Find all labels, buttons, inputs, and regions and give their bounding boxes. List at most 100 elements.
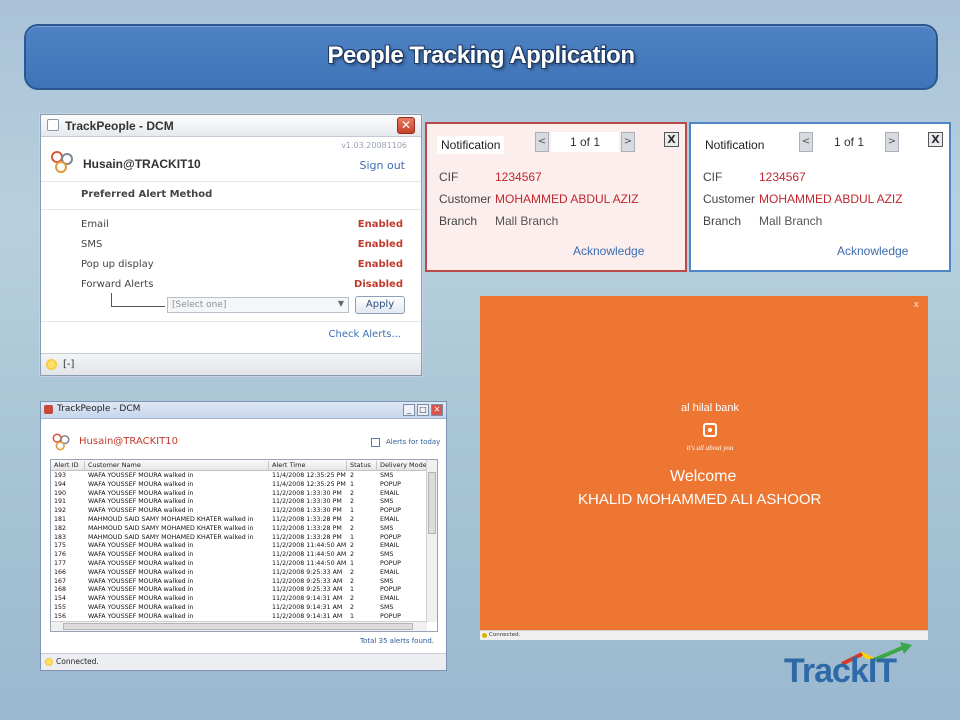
table-row[interactable]: 194 WAFA YOUSSEF MOURA walked in 11/4/2008… xyxy=(51,481,427,490)
table-row[interactable]: 176 WAFA YOUSSEF MOURA walked in 11/2/2008… xyxy=(51,551,427,560)
table-row[interactable]: 175 WAFA YOUSSEF MOURA walked in 11/2/2008… xyxy=(51,542,427,551)
table-cell: 11/2/2008 1:33:30 PM xyxy=(272,489,342,497)
divider xyxy=(41,181,421,182)
table-cell: 11/4/2008 12:35:25 PM xyxy=(272,480,346,488)
table-cell: 177 xyxy=(54,560,67,567)
acknowledge-link[interactable]: Acknowledge xyxy=(837,244,908,258)
vertical-scrollbar[interactable] xyxy=(426,460,437,622)
table-cell: 190 xyxy=(54,489,67,497)
method-toggle-forward[interactable]: Disabled xyxy=(354,279,403,290)
alerts-titlebar[interactable]: TrackPeople - DCM _ □ ✕ xyxy=(41,402,446,419)
table-row[interactable]: 183 MAHMOUD SAID SAMY MOHAMED KHATER walk… xyxy=(51,534,427,543)
field-label-branch: Branch xyxy=(703,214,742,228)
table-row[interactable]: 191 WAFA YOUSSEF MOURA walked in 11/2/2008… xyxy=(51,498,427,507)
field-value-branch: Mall Branch xyxy=(759,214,823,228)
scroll-thumb[interactable] xyxy=(428,472,436,534)
preferred-alert-heading: Preferred Alert Method xyxy=(81,189,213,200)
table-row[interactable]: 166 WAFA YOUSSEF MOURA walked in 11/2/2008… xyxy=(51,569,427,578)
horizontal-scrollbar[interactable] xyxy=(51,621,427,631)
table-cell: POPUP xyxy=(380,533,401,541)
table-cell: 2 xyxy=(350,524,355,532)
table-cell: 11/2/2008 1:33:28 PM xyxy=(272,516,342,523)
prev-button[interactable]: < xyxy=(799,132,813,152)
close-button[interactable]: X xyxy=(928,132,943,147)
settings-titlebar[interactable]: TrackPeople - DCM ✕ xyxy=(41,115,421,137)
apply-button[interactable]: Apply xyxy=(355,296,405,314)
table-cell: 11/2/2008 9:25:33 AM xyxy=(272,568,343,576)
sign-out-link[interactable]: Sign out xyxy=(359,159,405,172)
table-cell: 1 xyxy=(350,480,355,488)
table-cell: 2 xyxy=(350,604,355,611)
table-cell: POPUP xyxy=(380,507,401,515)
table-cell: 2 xyxy=(350,542,355,550)
method-toggle-popup[interactable]: Enabled xyxy=(358,259,403,270)
table-row[interactable]: 193 WAFA YOUSSEF MOURA walked in 11/4/2008… xyxy=(51,472,427,481)
table-row[interactable]: 181 MAHMOUD SAID SAMY MOHAMED KHATER walk… xyxy=(51,516,427,525)
column-header[interactable]: Customer Name xyxy=(85,461,269,471)
table-row[interactable]: 168 WAFA YOUSSEF MOURA walked in 11/2/2008… xyxy=(51,586,427,595)
table-cell: 11/2/2008 9:25:33 AM xyxy=(272,586,343,594)
table-cell: POPUP xyxy=(380,586,401,594)
table-row[interactable]: 182 MAHMOUD SAID SAMY MOHAMED KHATER walk… xyxy=(51,525,427,534)
alerts-today-checkbox[interactable] xyxy=(371,438,380,447)
close-button[interactable]: ✕ xyxy=(397,117,415,134)
table-cell: WAFA YOUSSEF MOURA walked in xyxy=(88,595,194,603)
table-cell: WAFA YOUSSEF MOURA walked in xyxy=(88,577,194,585)
close-button[interactable]: ✕ xyxy=(431,404,443,416)
table-row[interactable]: 192 WAFA YOUSSEF MOURA walked in 11/2/2008… xyxy=(51,507,427,516)
list-header: Alert ID Customer Name Alert Time Status… xyxy=(51,460,427,471)
minimize-button[interactable]: _ xyxy=(403,404,415,416)
prev-button[interactable]: < xyxy=(535,132,549,152)
column-header[interactable]: Alert Time xyxy=(269,461,347,471)
scroll-thumb[interactable] xyxy=(63,623,413,630)
connector-line xyxy=(111,293,165,307)
table-cell: 1 xyxy=(350,586,355,594)
field-label-cif: CIF xyxy=(703,170,723,184)
method-toggle-sms[interactable]: Enabled xyxy=(358,239,403,250)
welcome-heading: Welcome xyxy=(670,468,737,485)
method-label-sms: SMS xyxy=(81,239,103,250)
settings-window-title: TrackPeople - DCM xyxy=(65,119,174,133)
method-label-email: Email xyxy=(81,219,109,230)
column-header[interactable]: Alert ID xyxy=(51,461,85,471)
table-cell: WAFA YOUSSEF MOURA walked in xyxy=(88,489,194,497)
table-cell: 2 xyxy=(350,568,355,576)
close-button[interactable]: x xyxy=(914,300,919,310)
maximize-button[interactable]: □ xyxy=(417,404,429,416)
status-label[interactable]: [-] xyxy=(63,359,74,370)
next-button[interactable]: > xyxy=(885,132,899,152)
table-cell: EMAIL xyxy=(380,568,400,576)
table-cell: 167 xyxy=(54,577,67,585)
table-row[interactable]: 190 WAFA YOUSSEF MOURA walked in 11/2/2008… xyxy=(51,490,427,499)
forward-select[interactable]: [Select one] ▼ xyxy=(167,297,349,313)
sun-icon xyxy=(46,359,57,370)
table-row[interactable]: 155 WAFA YOUSSEF MOURA walked in 11/2/2008… xyxy=(51,604,427,613)
method-toggle-email[interactable]: Enabled xyxy=(358,219,403,230)
close-button[interactable]: X xyxy=(664,132,679,147)
window-icon xyxy=(47,119,59,131)
alerts-list[interactable]: Alert ID Customer Name Alert Time Status… xyxy=(50,459,438,632)
table-cell: EMAIL xyxy=(380,489,400,497)
table-row[interactable]: 167 WAFA YOUSSEF MOURA walked in 11/2/2008… xyxy=(51,578,427,587)
table-cell: SMS xyxy=(380,472,394,479)
table-cell: 154 xyxy=(54,595,67,603)
table-row[interactable]: 177 WAFA YOUSSEF MOURA walked in 11/2/2008… xyxy=(51,560,427,569)
field-value-branch: Mall Branch xyxy=(495,214,559,228)
table-cell: 2 xyxy=(350,577,355,585)
table-row[interactable]: 154 WAFA YOUSSEF MOURA walked in 11/2/2008… xyxy=(51,595,427,604)
next-button[interactable]: > xyxy=(621,132,635,152)
divider xyxy=(41,209,421,210)
chevron-down-icon: ▼ xyxy=(337,299,344,308)
welcome-popup: x al hilal bank it's all about you Welco… xyxy=(480,296,928,640)
column-header[interactable]: Delivery Mode xyxy=(377,461,427,471)
alerts-today-label[interactable]: Alerts for today xyxy=(386,438,440,446)
total-count: Total 35 alerts found. xyxy=(359,637,434,645)
check-alerts-link[interactable]: Check Alerts... xyxy=(329,329,402,340)
version-label: v1.03.20081106 xyxy=(341,141,407,150)
column-header[interactable]: Status xyxy=(347,461,377,471)
trackit-logo: TrackIT xyxy=(782,640,928,696)
field-label-branch: Branch xyxy=(439,214,478,228)
table-cell: 11/2/2008 11:44:50 AM xyxy=(272,542,347,550)
method-label-popup: Pop up display xyxy=(81,259,154,270)
acknowledge-link[interactable]: Acknowledge xyxy=(573,244,644,258)
